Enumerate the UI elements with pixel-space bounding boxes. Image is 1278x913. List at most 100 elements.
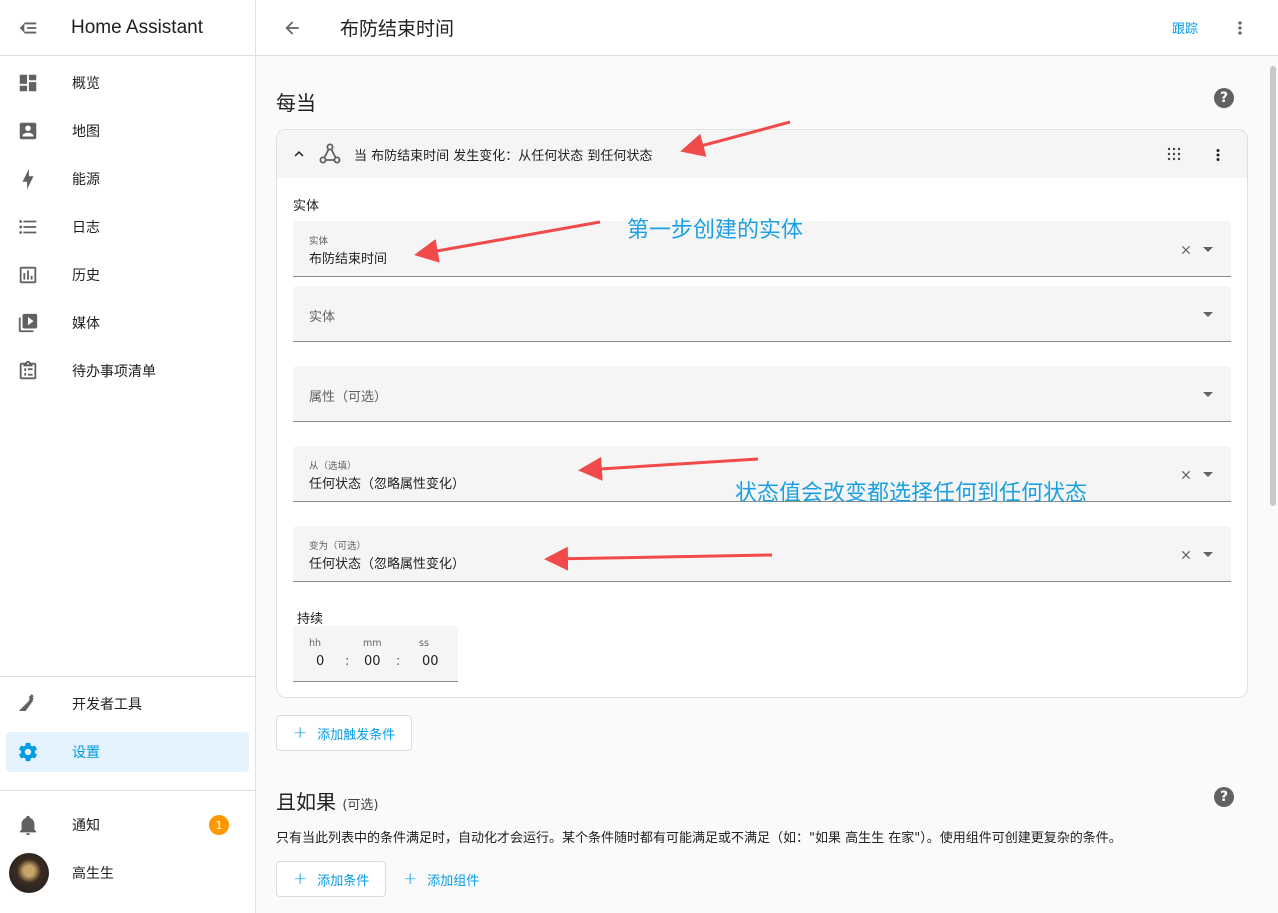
dropdown-arrow-icon[interactable] [1203,392,1213,397]
sidebar-item-label: 日志 [72,220,100,236]
dropdown-arrow-icon[interactable] [1203,312,1213,317]
conditions-section-title: 且如果 (可选) [276,786,379,815]
chevron-up-icon[interactable] [290,145,308,163]
state-trigger-icon [319,143,341,164]
entity-field-value: 布防结束时间 [309,252,388,267]
dashboard-icon [6,72,50,94]
bell-icon [6,814,50,836]
sidebar-item-map[interactable]: 地图 [6,111,249,151]
lightning-icon [6,168,50,190]
add-condition-label: 添加条件 [317,873,370,889]
sidebar-item-notifications[interactable]: 通知 1 [6,805,249,845]
sidebar-item-media[interactable]: 媒体 [6,303,249,343]
annotation-state-note: 状态值会改变都选择任何到任何状态 [735,481,1088,506]
entity-section-label: 实体 [293,199,320,214]
plus-icon: + [293,723,308,743]
chart-box-icon [6,264,50,286]
hours-unit-label: hh [309,638,322,649]
conditions-title-suffix: (可选) [342,798,379,813]
add-building-block-button[interactable]: + 添加组件 [393,861,489,897]
add-trigger-label: 添加触发条件 [317,727,396,743]
sidebar-header: Home Assistant [0,0,255,56]
sidebar-item-logbook[interactable]: 日志 [6,207,249,247]
sidebar-item-label: 媒体 [72,316,100,332]
hours-input[interactable]: 0 [316,654,324,669]
seconds-input[interactable]: 00 [422,654,439,669]
sidebar-item-overview[interactable]: 概览 [6,63,249,103]
sidebar-item-label: 设置 [72,745,100,761]
account-box-icon [6,120,50,142]
menu-open-icon [19,22,37,33]
entity-add-placeholder: 实体 [309,310,336,325]
menu-toggle-button[interactable] [0,0,56,56]
overflow-menu-button[interactable] [1230,18,1250,42]
triggers-section-title: 每当 [276,91,316,115]
sidebar-item-history[interactable]: 历史 [6,255,249,295]
from-state-value: 任何状态（忽略属性变化） [309,477,466,492]
gear-icon [6,741,50,763]
sidebar-item-label: 待办事项清单 [72,364,156,380]
hammer-icon [6,693,50,715]
sidebar-item-label: 能源 [72,172,100,188]
add-trigger-button[interactable]: + 添加触发条件 [276,715,413,751]
list-icon [6,216,50,238]
arrow-left-icon [285,20,299,35]
app-title: Home Assistant [71,16,203,38]
top-bar: 布防结束时间 跟踪 [256,0,1278,56]
entity-field-label: 实体 [309,236,329,247]
entity-add-field[interactable]: 实体 [293,286,1231,342]
time-separator: : [396,654,401,669]
sidebar-item-label: 通知 [72,818,100,834]
conditions-title-text: 且如果 [276,790,336,814]
help-icon[interactable]: ? [1214,787,1234,807]
duration-label: 持续 [297,612,324,627]
from-state-label: 从（选填） [309,461,357,472]
add-building-block-label: 添加组件 [427,873,480,889]
clipboard-list-icon [6,360,50,382]
close-icon[interactable] [1179,548,1193,562]
seconds-unit-label: ss [419,638,429,649]
attribute-placeholder: 属性（可选） [309,390,388,405]
sidebar-item-profile[interactable]: 高生生 [6,853,249,893]
plus-icon: + [293,869,308,889]
page-title: 布防结束时间 [340,18,455,40]
drag-handle-icon[interactable] [1167,147,1181,161]
dropdown-arrow-icon[interactable] [1203,247,1213,252]
sidebar-item-label: 概览 [72,76,100,92]
sidebar-item-label: 地图 [72,124,100,140]
conditions-description: 只有当此列表中的条件满足时，自动化才会运行。某个条件随时都有可能满足或不满足（如… [276,831,1122,846]
attribute-field[interactable]: 属性（可选） [293,366,1231,422]
notification-badge: 1 [209,815,229,835]
sidebar-item-todo[interactable]: 待办事项清单 [6,351,249,391]
sidebar-item-settings[interactable]: 设置 [6,732,249,772]
play-box-icon [6,312,50,334]
add-condition-button[interactable]: + 添加条件 [276,861,387,897]
sidebar-item-label: 高生生 [72,866,114,882]
to-state-label: 变为（可选） [309,541,367,552]
dots-vertical-icon [1238,21,1242,35]
sidebar-divider [0,676,256,677]
annotation-entity-note: 第一步创建的实体 [627,218,804,243]
trigger-card-header[interactable]: 当 布防结束时间 发生变化：从任何状态 到任何状态 [277,130,1247,178]
trigger-menu-icon[interactable] [1209,146,1227,164]
dropdown-arrow-icon[interactable] [1203,472,1213,477]
trigger-summary: 当 布防结束时间 发生变化：从任何状态 到任何状态 [354,148,653,164]
scrollbar[interactable] [1270,66,1276,506]
minutes-unit-label: mm [363,638,382,649]
dropdown-arrow-icon[interactable] [1203,552,1213,557]
back-button[interactable] [256,0,328,56]
avatar [9,853,49,893]
minutes-input[interactable]: 00 [364,654,381,669]
close-icon[interactable] [1179,468,1193,482]
sidebar: Home Assistant 概览 地图 能源 日志 历史 媒体 待办事项清单 … [0,0,256,913]
sidebar-item-developer-tools[interactable]: 开发者工具 [6,684,249,724]
to-state-value: 任何状态（忽略属性变化） [309,557,466,572]
sidebar-item-energy[interactable]: 能源 [6,159,249,199]
trace-button[interactable]: 跟踪 [1172,18,1198,37]
close-icon[interactable] [1179,243,1193,257]
to-state-field[interactable]: 变为（可选） 任何状态（忽略属性变化） [293,526,1231,582]
sidebar-item-label: 历史 [72,268,100,284]
help-icon[interactable]: ? [1214,88,1234,108]
time-separator: : [345,654,350,669]
plus-icon: + [403,869,418,889]
